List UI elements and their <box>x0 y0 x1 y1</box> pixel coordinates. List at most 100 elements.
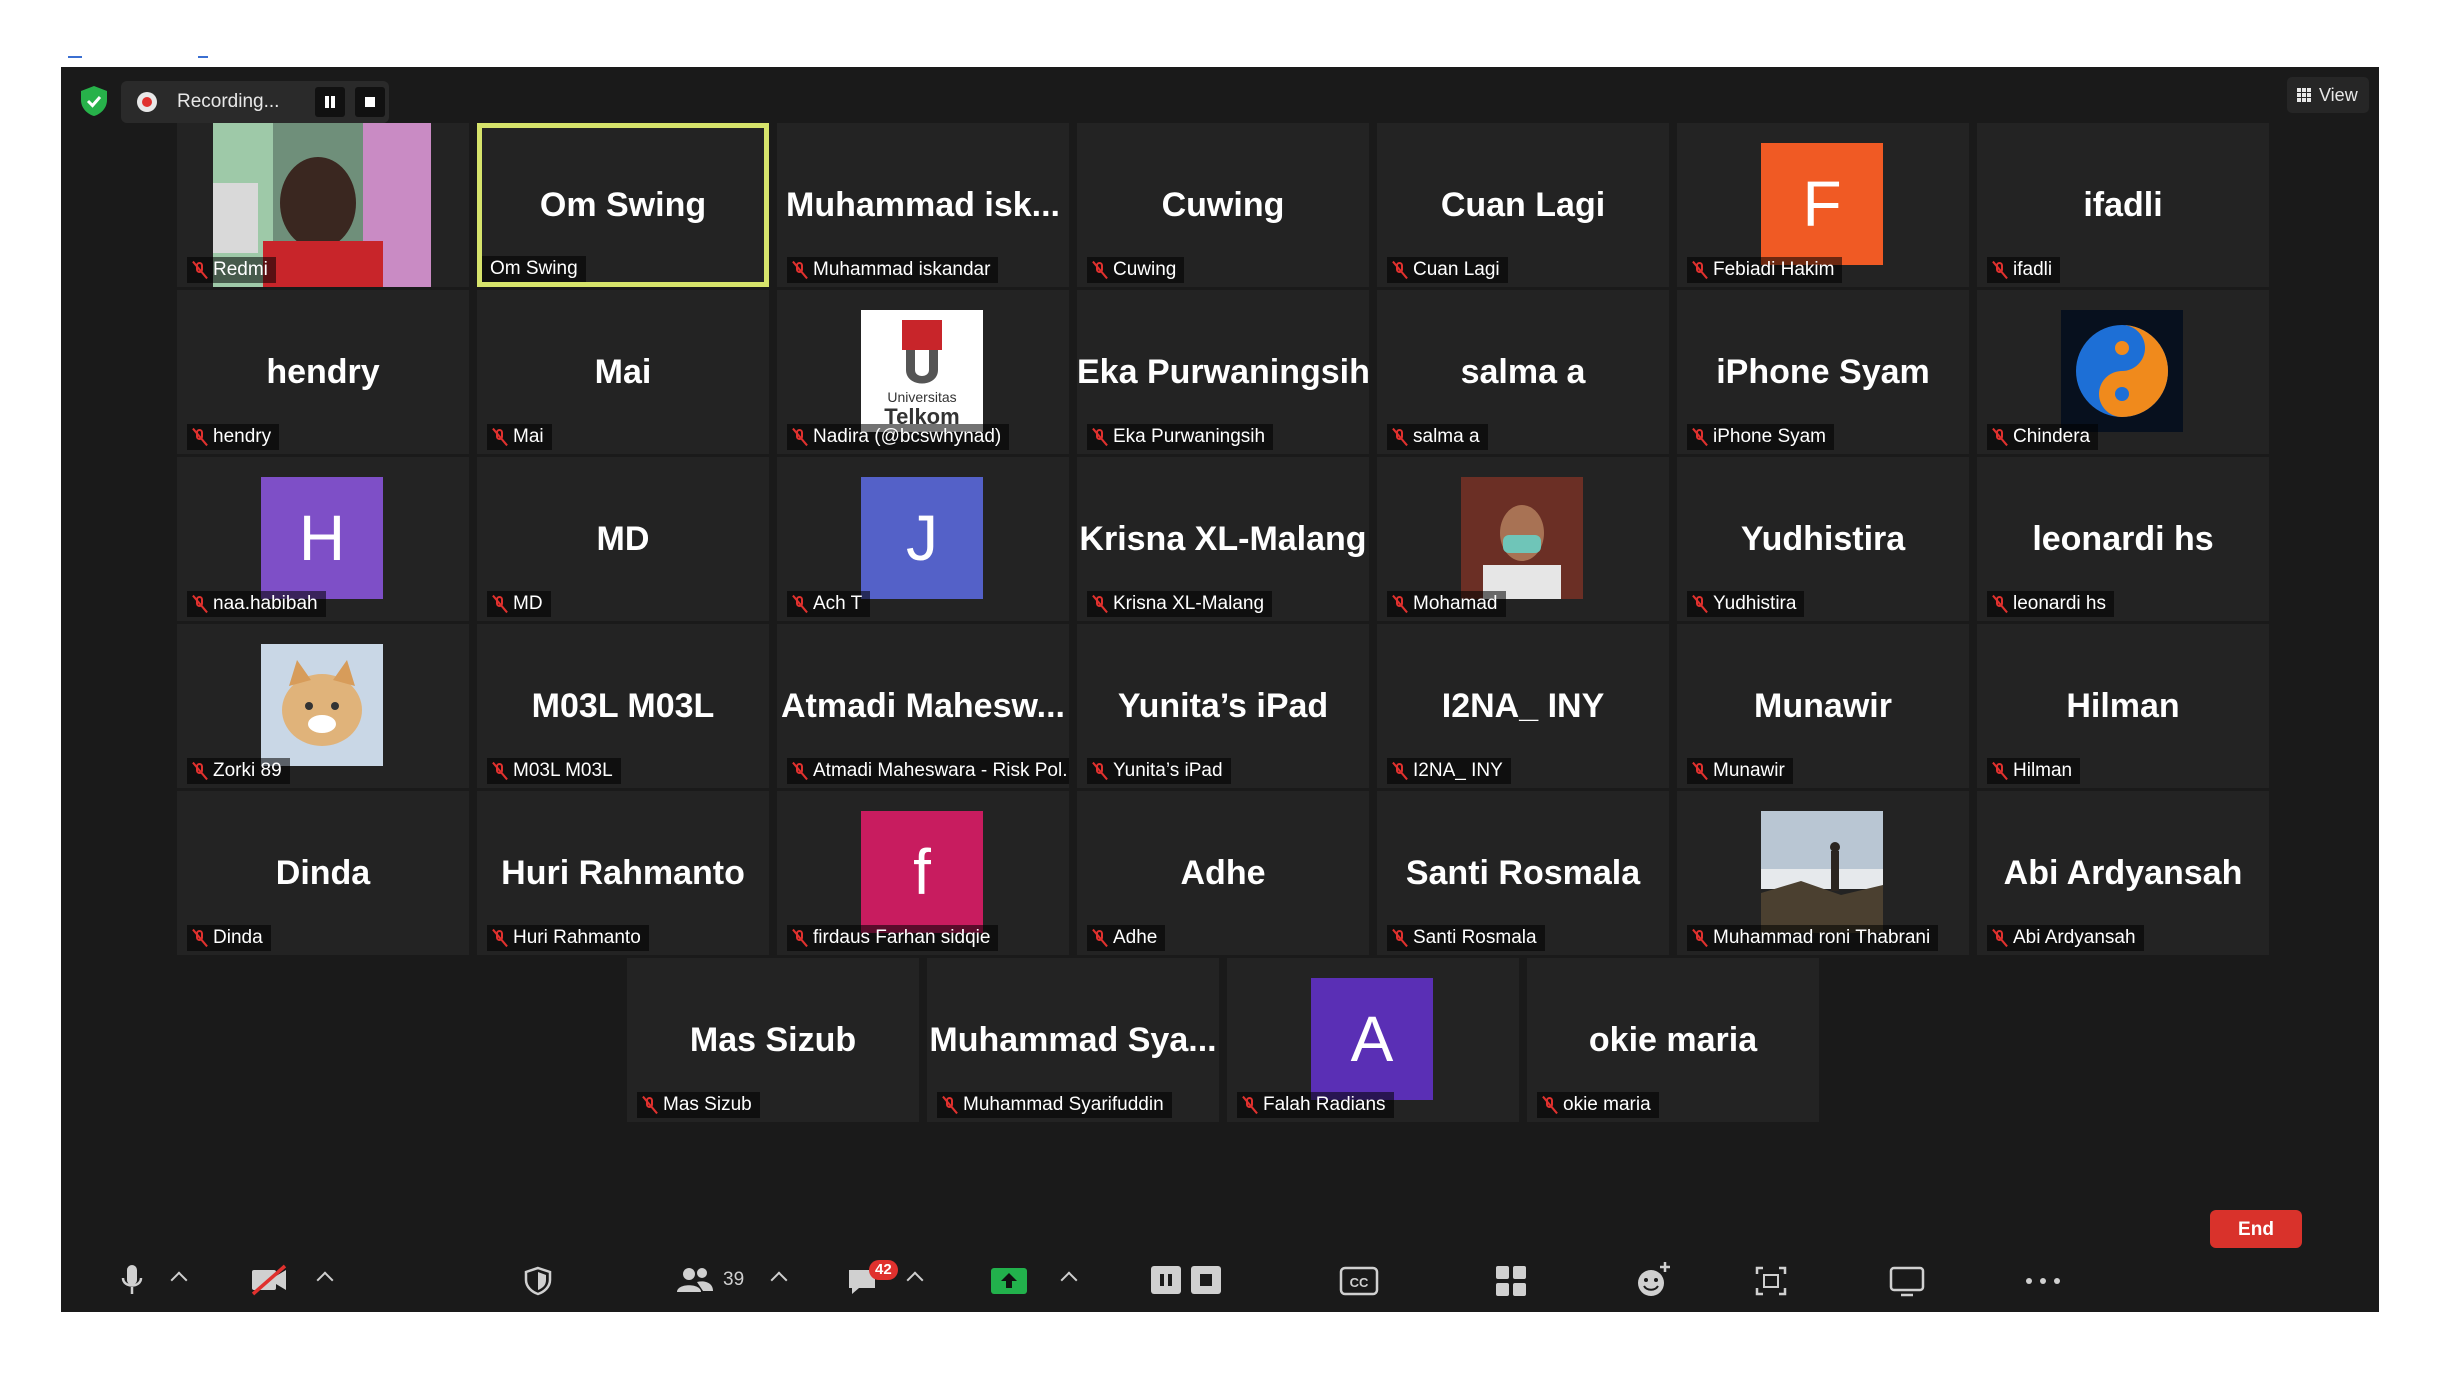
participant-tile-md[interactable]: MD MD <box>477 457 769 621</box>
participant-label-text: Yudhistira <box>1713 593 1797 614</box>
share-options-caret[interactable] <box>1060 1271 1078 1289</box>
participant-tile-yunita-s-ipad[interactable]: Yunita’s iPad Yunita’s iPad <box>1077 624 1369 788</box>
participant-name-label: M03L M03L <box>487 758 621 784</box>
participant-tile-iphone-syam[interactable]: iPhone Syam iPhone Syam <box>1677 290 1969 454</box>
participant-tile-muhammad-syarifuddin[interactable]: Muhammad Sya... Muhammad Syarifuddin <box>927 958 1219 1122</box>
muted-mic-icon <box>491 929 509 947</box>
participant-name-label: salma a <box>1387 424 1488 450</box>
participant-tile-om-swing[interactable]: Om Swing Om Swing <box>477 123 769 287</box>
participant-tile-cuwing[interactable]: Cuwing Cuwing <box>1077 123 1369 287</box>
recording-label: Recording... <box>177 91 280 112</box>
record-icon[interactable] <box>1149 1250 1225 1312</box>
participant-label-text: Huri Rahmanto <box>513 927 641 948</box>
view-button[interactable]: View <box>2287 77 2369 113</box>
participant-name-label: Huri Rahmanto <box>487 925 649 951</box>
more-icon[interactable] <box>2023 1250 2063 1312</box>
reactions-icon[interactable] <box>1633 1250 1673 1312</box>
muted-mic-icon <box>1691 595 1709 613</box>
participant-label-text: Muhammad Syarifuddin <box>963 1094 1164 1115</box>
participant-tile-dinda[interactable]: Dinda Dinda <box>177 791 469 955</box>
participant-name-label: Adhe <box>1087 925 1166 951</box>
muted-mic-icon <box>1391 929 1409 947</box>
stop-recording-button[interactable] <box>355 87 385 117</box>
pause-recording-button[interactable] <box>315 87 345 117</box>
share-screen-icon[interactable] <box>989 1250 1029 1312</box>
participant-name-label: Mas Sizub <box>637 1092 760 1118</box>
participant-tile-salma-a[interactable]: salma a salma a <box>1377 290 1669 454</box>
participant-tile-febiadi-hakim[interactable]: F Febiadi Hakim <box>1677 123 1969 287</box>
participant-tile-zorki-89[interactable]: Zorki 89 <box>177 624 469 788</box>
participant-tile-muhammad-roni-thabrani[interactable]: Muhammad roni Thabrani <box>1677 791 1969 955</box>
participant-label-text: Mas Sizub <box>663 1094 752 1115</box>
chat-unread-badge: 42 <box>869 1260 898 1280</box>
chat-options-caret[interactable] <box>906 1271 924 1289</box>
desktop-view-icon[interactable] <box>1887 1250 1927 1312</box>
participant-label-text: Abi Ardyansah <box>2013 927 2136 948</box>
participant-tile-krisna-xl-malang[interactable]: Krisna XL-Malang Krisna XL-Malang <box>1077 457 1369 621</box>
participant-label-text: iPhone Syam <box>1713 426 1827 447</box>
muted-mic-icon <box>191 929 209 947</box>
participants-options-caret[interactable] <box>770 1271 788 1289</box>
participant-tile-okie-maria[interactable]: okie maria okie maria <box>1527 958 1819 1122</box>
participant-name-label: leonardi hs <box>1987 591 2114 617</box>
participant-label-text: M03L M03L <box>513 760 613 781</box>
participant-name-label: Zorki 89 <box>187 758 290 784</box>
whiteboard-icon[interactable] <box>1753 1250 1789 1312</box>
participant-tile-naa-habibah[interactable]: Hnaa.habibah <box>177 457 469 621</box>
participant-tile-atmadi-maheswara-risk-pol[interactable]: Atmadi Mahesw... Atmadi Maheswara - Risk … <box>777 624 1069 788</box>
participants-icon[interactable] <box>675 1250 715 1312</box>
muted-mic-icon <box>1091 929 1109 947</box>
participant-label-text: firdaus Farhan sidqie <box>813 927 991 948</box>
participant-name-label: Om Swing <box>482 256 586 282</box>
participant-tile-hilman[interactable]: Hilman Hilman <box>1977 624 2269 788</box>
participant-label-text: Nadira (@bcswhynad) <box>813 426 1002 447</box>
participant-tile-mai[interactable]: Mai Mai <box>477 290 769 454</box>
muted-mic-icon <box>491 595 509 613</box>
participant-tile-falah-radians[interactable]: A Falah Radians <box>1227 958 1519 1122</box>
video-options-caret[interactable] <box>316 1271 334 1289</box>
microphone-icon[interactable] <box>117 1250 147 1312</box>
encryption-shield-icon[interactable] <box>79 85 109 117</box>
security-icon[interactable] <box>523 1250 553 1312</box>
participant-label-text: Febiadi Hakim <box>1713 259 1835 280</box>
participant-name-label: Hilman <box>1987 758 2081 784</box>
participant-tile-mohamad[interactable]: Mohamad <box>1377 457 1669 621</box>
participant-tile-mas-sizub[interactable]: Mas Sizub Mas Sizub <box>627 958 919 1122</box>
participant-tile-redmi[interactable]: Redmi <box>177 123 469 287</box>
participant-name-label: hendry <box>187 424 280 450</box>
muted-mic-icon <box>491 428 509 446</box>
participant-tile-abi-ardyansah[interactable]: Abi Ardyansah Abi Ardyansah <box>1977 791 2269 955</box>
video-off-icon[interactable] <box>249 1250 289 1312</box>
participant-tile-santi-rosmala[interactable]: Santi Rosmala Santi Rosmala <box>1377 791 1669 955</box>
participant-tile-nadira-bcswhynad[interactable]: Universitas Telkom Nadira (@bcswhynad) <box>777 290 1069 454</box>
participant-tile-adhe[interactable]: Adhe Adhe <box>1077 791 1369 955</box>
gallery-row: Dinda Dinda Huri Rahmanto Huri Rahmanto f fir… <box>177 791 2269 955</box>
participant-tile-huri-rahmanto[interactable]: Huri Rahmanto Huri Rahmanto <box>477 791 769 955</box>
participant-tile-i2na-iny[interactable]: I2NA_ INY I2NA_ INY <box>1377 624 1669 788</box>
participant-tile-munawir[interactable]: Munawir Munawir <box>1677 624 1969 788</box>
participant-name-label: Ach T <box>787 591 871 617</box>
muted-mic-icon <box>1991 762 2009 780</box>
participant-label-text: Hilman <box>2013 760 2073 781</box>
end-meeting-button[interactable]: End <box>2210 1210 2302 1248</box>
participant-tile-chindera[interactable]: Chindera <box>1977 290 2269 454</box>
participant-tile-ach-t[interactable]: J Ach T <box>777 457 1069 621</box>
participant-tile-yudhistira[interactable]: Yudhistira Yudhistira <box>1677 457 1969 621</box>
participant-label-text: salma a <box>1413 426 1480 447</box>
participant-tile-hendry[interactable]: hendry hendry <box>177 290 469 454</box>
participant-name-label: Cuan Lagi <box>1387 257 1508 283</box>
apps-icon[interactable] <box>1493 1250 1529 1312</box>
audio-options-caret[interactable] <box>170 1271 188 1289</box>
participant-tile-eka-purwaningsih[interactable]: Eka Purwaningsih Eka Purwaningsih <box>1077 290 1369 454</box>
participant-tile-cuan-lagi[interactable]: Cuan Lagi Cuan Lagi <box>1377 123 1669 287</box>
participant-label-text: Falah Radians <box>1263 1094 1386 1115</box>
participant-tile-firdaus-farhan-sidqie[interactable]: f firdaus Farhan sidqie <box>777 791 1069 955</box>
participant-name-label: Muhammad Syarifuddin <box>937 1092 1172 1118</box>
meeting-toolbar: 39 42 CC <box>61 1250 2379 1312</box>
participant-tile-muhammad-iskandar[interactable]: Muhammad isk... Muhammad iskandar <box>777 123 1069 287</box>
participant-tile-leonardi-hs[interactable]: leonardi hs leonardi hs <box>1977 457 2269 621</box>
participant-tile-ifadli[interactable]: ifadli ifadli <box>1977 123 2269 287</box>
participant-tile-m03l-m03l[interactable]: M03L M03L M03L M03L <box>477 624 769 788</box>
captions-icon[interactable]: CC <box>1339 1250 1379 1312</box>
muted-mic-icon <box>191 595 209 613</box>
